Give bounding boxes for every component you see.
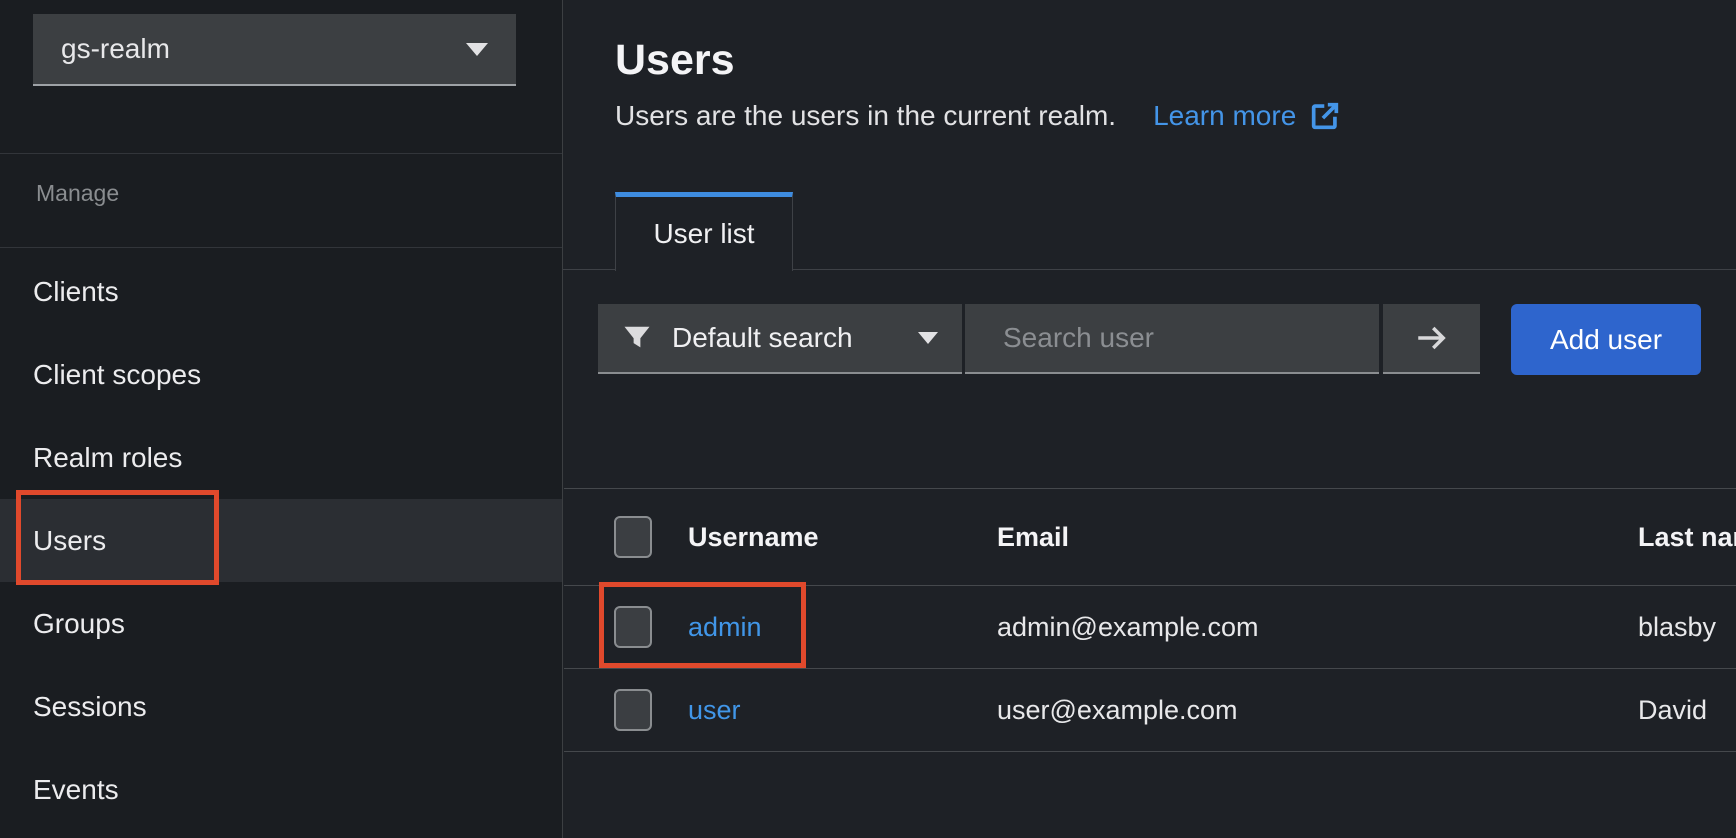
last-name-cell: David — [1638, 695, 1736, 726]
sidebar: gs-realm Manage Clients Client scopes Re… — [0, 0, 563, 838]
row-checkbox-user[interactable] — [614, 689, 652, 731]
page-title: Users — [615, 36, 735, 85]
column-header-email: Email — [997, 522, 1638, 553]
learn-more-label: Learn more — [1153, 100, 1296, 132]
sidebar-divider — [0, 153, 562, 154]
column-header-username: Username — [688, 522, 997, 553]
tab-user-list[interactable]: User list — [615, 192, 793, 271]
sidebar-item-sessions[interactable]: Sessions — [0, 665, 562, 748]
arrow-right-icon — [1413, 323, 1451, 353]
add-user-button[interactable]: Add user — [1511, 304, 1701, 375]
keycloak-admin-console: gs-realm Manage Clients Client scopes Re… — [0, 0, 1736, 838]
users-table: Username Email Last name admin admin@exa… — [564, 488, 1736, 752]
realm-selector-value: gs-realm — [61, 33, 170, 65]
search-box — [965, 304, 1379, 374]
sidebar-divider — [0, 247, 562, 248]
sidebar-nav: Clients Client scopes Realm roles Users … — [0, 250, 562, 831]
tab-bar: User list — [563, 192, 1736, 270]
external-link-icon — [1308, 99, 1342, 133]
username-link-user[interactable]: user — [688, 695, 741, 725]
sidebar-item-clients[interactable]: Clients — [0, 250, 562, 333]
search-type-dropdown[interactable]: Default search — [598, 304, 962, 374]
manage-section-label: Manage — [36, 180, 119, 207]
table-row: user user@example.com David — [564, 669, 1736, 752]
column-header-last-name: Last name — [1638, 522, 1736, 553]
page-subtitle-row: Users are the users in the current realm… — [615, 96, 1342, 136]
email-cell: admin@example.com — [997, 612, 1638, 643]
sidebar-item-client-scopes[interactable]: Client scopes — [0, 333, 562, 416]
last-name-cell: blasby — [1638, 612, 1736, 643]
filter-funnel-icon — [622, 323, 652, 353]
learn-more-link[interactable]: Learn more — [1153, 99, 1342, 133]
select-all-checkbox[interactable] — [614, 516, 652, 558]
page-subtitle: Users are the users in the current realm… — [615, 100, 1116, 132]
search-submit-button[interactable] — [1383, 304, 1480, 374]
search-input[interactable] — [1003, 322, 1364, 354]
sidebar-item-users[interactable]: Users — [0, 499, 562, 582]
chevron-down-icon — [918, 332, 938, 344]
sidebar-item-realm-roles[interactable]: Realm roles — [0, 416, 562, 499]
search-type-dropdown-value: Default search — [672, 322, 898, 354]
row-checkbox-admin[interactable] — [614, 606, 652, 648]
username-link-admin[interactable]: admin — [688, 612, 762, 642]
sidebar-item-groups[interactable]: Groups — [0, 582, 562, 665]
sidebar-item-events[interactable]: Events — [0, 748, 562, 831]
table-header-row: Username Email Last name — [564, 488, 1736, 586]
email-cell: user@example.com — [997, 695, 1638, 726]
chevron-down-icon — [466, 43, 488, 56]
realm-selector[interactable]: gs-realm — [33, 14, 516, 86]
table-row: admin admin@example.com blasby — [564, 586, 1736, 669]
